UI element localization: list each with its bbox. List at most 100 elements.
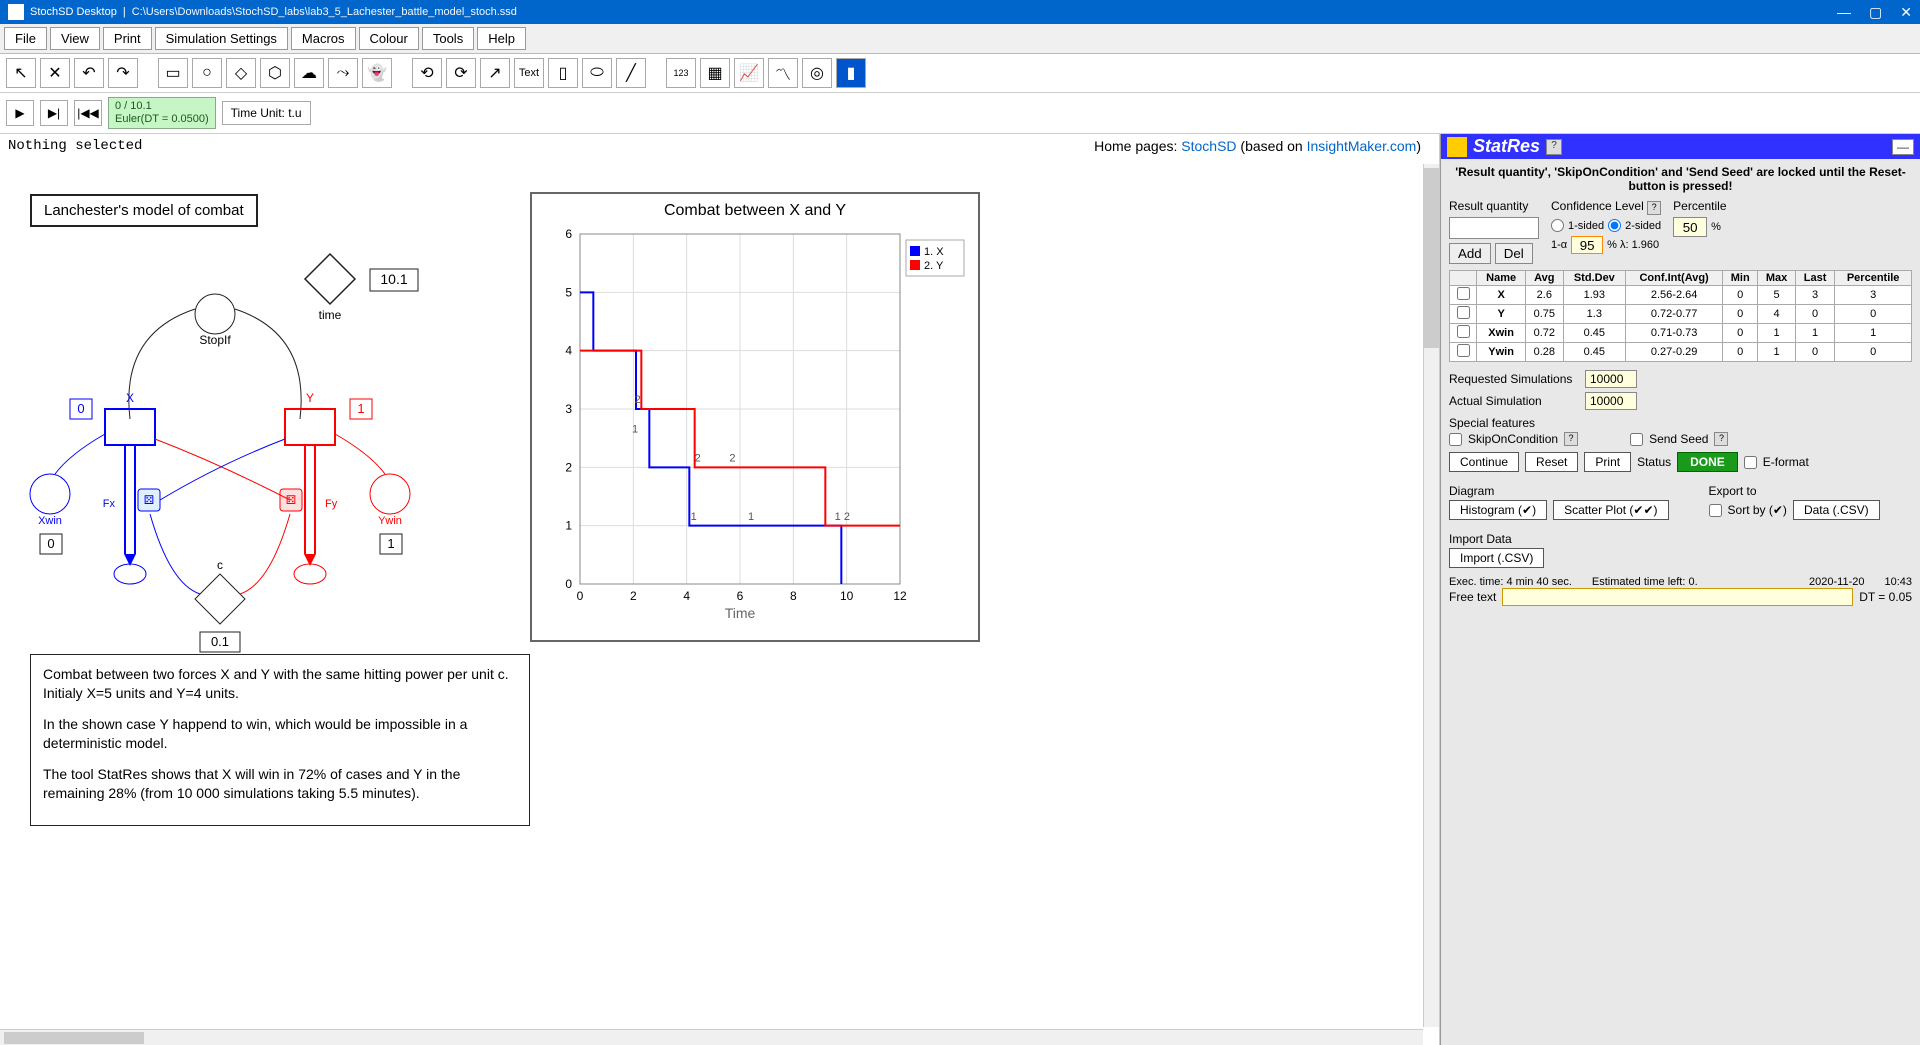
export-csv-button[interactable]: Data (.CSV): [1793, 500, 1880, 520]
svg-text:6: 6: [737, 589, 744, 603]
2sided-radio[interactable]: [1608, 219, 1621, 232]
menu-help[interactable]: Help: [477, 27, 526, 50]
svg-text:2: 2: [695, 453, 701, 465]
minimize-icon[interactable]: —: [1837, 4, 1851, 21]
link-a-icon[interactable]: ⟲: [412, 58, 442, 88]
seed-checkbox[interactable]: [1630, 433, 1643, 446]
menu-macros[interactable]: Macros: [291, 27, 356, 50]
diamond-icon[interactable]: ◇: [226, 58, 256, 88]
time-unit[interactable]: Time Unit: t.u: [222, 101, 311, 125]
table-row[interactable]: Xwin0.720.450.71-0.73 0111: [1450, 324, 1912, 343]
insightmaker-link[interactable]: InsightMaker.com: [1307, 138, 1417, 154]
exec-clock: 10:43: [1884, 576, 1912, 588]
menu-view[interactable]: View: [50, 27, 100, 50]
play-icon[interactable]: ▶: [6, 100, 34, 126]
requested-sims[interactable]: 10000: [1585, 370, 1637, 388]
skip-help-icon[interactable]: ?: [1564, 432, 1578, 446]
compare-icon[interactable]: 〽: [768, 58, 798, 88]
print-button[interactable]: Print: [1584, 452, 1631, 472]
percentile-input[interactable]: [1673, 217, 1707, 237]
seed-help-icon[interactable]: ?: [1714, 432, 1728, 446]
undo-icon[interactable]: ↶: [74, 58, 104, 88]
table-row[interactable]: Ywin0.280.450.27-0.29 0100: [1450, 343, 1912, 362]
reset-button[interactable]: Reset: [1525, 452, 1578, 472]
cycle-icon[interactable]: ◎: [802, 58, 832, 88]
skip-checkbox[interactable]: [1449, 433, 1462, 446]
menu-tools[interactable]: Tools: [422, 27, 474, 50]
pointer-icon[interactable]: ↖: [6, 58, 36, 88]
statres-panel: StatRes ? — 'Result quantity', 'SkipOnCo…: [1440, 134, 1920, 1045]
flow-icon[interactable]: ⤳: [328, 58, 358, 88]
toolbar: ↖ ✕ ↶ ↷ ▭ ○ ◇ ⬡ ☁ ⤳ 👻 ⟲ ⟳ ↗ Text ▯ ⬭ ╱ 1…: [0, 54, 1920, 93]
delete-icon[interactable]: ✕: [40, 58, 70, 88]
ellipse-icon[interactable]: ⬭: [582, 58, 612, 88]
file-path: C:\Users\Downloads\StochSD_labs\lab3_5_L…: [132, 6, 517, 18]
conf-input[interactable]: [1571, 236, 1603, 254]
menu-print[interactable]: Print: [103, 27, 152, 50]
svg-text:Time: Time: [725, 605, 756, 621]
svg-text:⚄: ⚄: [144, 493, 154, 507]
svg-text:1: 1: [565, 519, 572, 533]
svg-text:0: 0: [577, 589, 584, 603]
histogram-icon[interactable]: ▮: [836, 58, 866, 88]
stochsd-link[interactable]: StochSD: [1181, 138, 1236, 154]
status-badge: DONE: [1677, 452, 1738, 472]
number-icon[interactable]: 123: [666, 58, 696, 88]
close-icon[interactable]: ✕: [1900, 4, 1912, 21]
stock-icon[interactable]: ▭: [158, 58, 188, 88]
model-diagram[interactable]: 10.1 time StopIf X 0 Y 1: [20, 214, 480, 654]
description-box[interactable]: Combat between two forces X and Y with t…: [30, 654, 530, 825]
cloud-icon[interactable]: ☁: [294, 58, 324, 88]
import-csv-button[interactable]: Import (.CSV): [1449, 548, 1544, 568]
text-icon[interactable]: Text: [514, 58, 544, 88]
redo-icon[interactable]: ↷: [108, 58, 138, 88]
svg-text:2: 2: [565, 461, 572, 475]
statres-help-icon[interactable]: ?: [1546, 139, 1562, 155]
del-button[interactable]: Del: [1495, 243, 1533, 264]
est-time: Estimated time left: 0.: [1592, 576, 1698, 588]
table-row[interactable]: X2.61.932.56-2.64 0533: [1450, 286, 1912, 305]
rect-icon[interactable]: ▯: [548, 58, 578, 88]
scatter-button[interactable]: Scatter Plot (✔✔): [1553, 500, 1668, 520]
canvas[interactable]: Nothing selected Home pages: StochSD (ba…: [0, 134, 1440, 1045]
scrollbar-horizontal[interactable]: [0, 1029, 1423, 1045]
dt-label: DT = 0.05: [1859, 590, 1912, 604]
add-button[interactable]: Add: [1449, 243, 1491, 264]
svg-text:1: 1: [748, 511, 754, 523]
result-quantity-input[interactable]: [1449, 217, 1539, 239]
svg-text:1: 1: [691, 511, 697, 523]
svg-text:Y: Y: [306, 391, 314, 405]
hexagon-icon[interactable]: ⬡: [260, 58, 290, 88]
svg-text:X: X: [126, 391, 134, 405]
maximize-icon[interactable]: ▢: [1869, 4, 1882, 21]
sim-status: 0 / 10.1 Euler(DT = 0.0500): [108, 97, 216, 129]
svg-text:Fx: Fx: [103, 498, 116, 510]
1sided-radio[interactable]: [1551, 219, 1564, 232]
circle-icon[interactable]: ○: [192, 58, 222, 88]
scrollbar-vertical[interactable]: [1423, 164, 1439, 1027]
lineplot-icon[interactable]: 📈: [734, 58, 764, 88]
svg-text:10.1: 10.1: [380, 271, 407, 287]
chart[interactable]: Combat between X and Y 02468101201234562…: [530, 192, 980, 642]
link-b-icon[interactable]: ⟳: [446, 58, 476, 88]
menu-colour[interactable]: Colour: [359, 27, 419, 50]
chart-title: Combat between X and Y: [540, 202, 970, 220]
histogram-button[interactable]: Histogram (✔): [1449, 500, 1547, 520]
menu-simulation-settings[interactable]: Simulation Settings: [155, 27, 288, 50]
line-icon[interactable]: ╱: [616, 58, 646, 88]
free-text-input[interactable]: [1502, 588, 1853, 606]
svg-text:8: 8: [790, 589, 797, 603]
continue-button[interactable]: Continue: [1449, 452, 1519, 472]
rewind-icon[interactable]: |◀◀: [74, 100, 102, 126]
step-icon[interactable]: ▶|: [40, 100, 68, 126]
collapse-icon[interactable]: —: [1892, 139, 1914, 155]
ghost-icon[interactable]: 👻: [362, 58, 392, 88]
table-row[interactable]: Y0.751.30.72-0.77 0400: [1450, 305, 1912, 324]
menu-file[interactable]: File: [4, 27, 47, 50]
eformat-checkbox[interactable]: [1744, 456, 1757, 469]
statres-title: StatRes: [1473, 136, 1540, 157]
link-c-icon[interactable]: ↗: [480, 58, 510, 88]
sortby-checkbox[interactable]: [1709, 504, 1722, 517]
conf-help-icon[interactable]: ?: [1647, 201, 1661, 215]
table-icon[interactable]: ▦: [700, 58, 730, 88]
